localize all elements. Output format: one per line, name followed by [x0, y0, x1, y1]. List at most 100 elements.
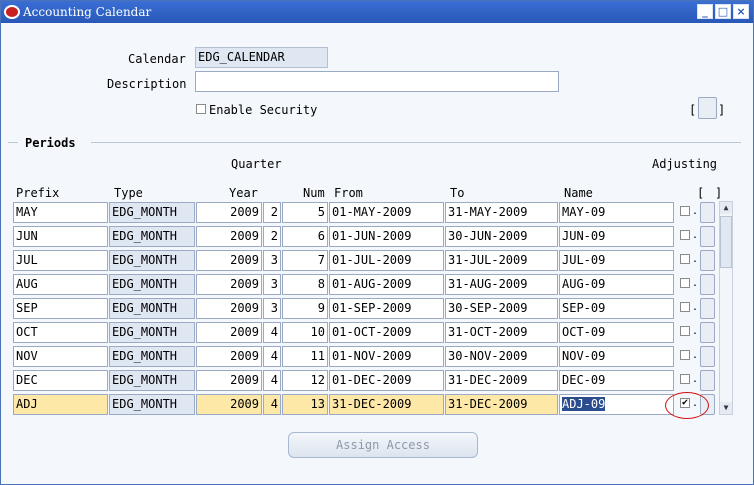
to-cell[interactable]: 31-DEC-2009: [445, 370, 558, 391]
from-cell[interactable]: 01-MAY-2009: [329, 202, 444, 223]
quarter-cell[interactable]: 4: [263, 346, 281, 367]
prefix-cell[interactable]: SEP: [13, 298, 108, 319]
name-cell[interactable]: SEP-09: [559, 298, 674, 319]
type-cell[interactable]: EDG_MONTH: [109, 394, 195, 415]
name-cell[interactable]: JUL-09: [559, 250, 674, 271]
row-flexfield-button[interactable]: [700, 226, 715, 247]
name-cell[interactable]: ADJ-09: [559, 394, 674, 415]
adjusting-checkbox[interactable]: [680, 326, 690, 336]
num-cell[interactable]: 8: [282, 274, 328, 295]
name-cell[interactable]: NOV-09: [559, 346, 674, 367]
type-cell[interactable]: EDG_MONTH: [109, 322, 195, 343]
from-cell[interactable]: 01-OCT-2009: [329, 322, 444, 343]
from-cell[interactable]: 31-DEC-2009: [329, 394, 444, 415]
prefix-cell[interactable]: AUG: [13, 274, 108, 295]
num-cell[interactable]: 11: [282, 346, 328, 367]
description-field[interactable]: [195, 71, 559, 92]
to-cell[interactable]: 30-JUN-2009: [445, 226, 558, 247]
adjusting-checkbox[interactable]: [680, 278, 690, 288]
assign-access-button[interactable]: Assign Access: [288, 432, 478, 458]
num-cell[interactable]: 10: [282, 322, 328, 343]
name-cell[interactable]: AUG-09: [559, 274, 674, 295]
num-cell[interactable]: 9: [282, 298, 328, 319]
from-cell[interactable]: 01-JUL-2009: [329, 250, 444, 271]
year-cell[interactable]: 2009: [196, 274, 262, 295]
prefix-cell[interactable]: JUL: [13, 250, 108, 271]
row-flexfield-button[interactable]: [700, 298, 715, 319]
quarter-cell[interactable]: 4: [263, 322, 281, 343]
enable-security-checkbox[interactable]: [196, 104, 206, 114]
name-cell[interactable]: OCT-09: [559, 322, 674, 343]
num-cell[interactable]: 13: [282, 394, 328, 415]
to-cell[interactable]: 30-NOV-2009: [445, 346, 558, 367]
to-cell[interactable]: 30-SEP-2009: [445, 298, 558, 319]
from-cell[interactable]: 01-JUN-2009: [329, 226, 444, 247]
to-cell[interactable]: 31-MAY-2009: [445, 202, 558, 223]
from-cell[interactable]: 01-AUG-2009: [329, 274, 444, 295]
adjusting-checkbox[interactable]: [680, 374, 690, 384]
year-cell[interactable]: 2009: [196, 298, 262, 319]
prefix-cell[interactable]: NOV: [13, 346, 108, 367]
row-flexfield-button[interactable]: [700, 250, 715, 271]
year-cell[interactable]: 2009: [196, 226, 262, 247]
quarter-cell[interactable]: 3: [263, 250, 281, 271]
year-cell[interactable]: 2009: [196, 322, 262, 343]
type-cell[interactable]: EDG_MONTH: [109, 370, 195, 391]
year-cell[interactable]: 2009: [196, 370, 262, 391]
row-flexfield-button[interactable]: [700, 322, 715, 343]
quarter-cell[interactable]: 3: [263, 274, 281, 295]
row-flexfield-button[interactable]: [700, 202, 715, 223]
calendar-field[interactable]: EDG_CALENDAR: [195, 47, 328, 68]
adjusting-checkbox[interactable]: [680, 302, 690, 312]
prefix-cell[interactable]: JUN: [13, 226, 108, 247]
prefix-cell[interactable]: ADJ: [13, 394, 108, 415]
type-cell[interactable]: EDG_MONTH: [109, 250, 195, 271]
type-cell[interactable]: EDG_MONTH: [109, 226, 195, 247]
quarter-cell[interactable]: 4: [263, 394, 281, 415]
row-flexfield-button[interactable]: [700, 370, 715, 391]
scroll-thumb[interactable]: [720, 216, 732, 268]
prefix-cell[interactable]: DEC: [13, 370, 108, 391]
to-cell[interactable]: 31-OCT-2009: [445, 322, 558, 343]
flexfield-button[interactable]: [698, 97, 717, 119]
year-cell[interactable]: 2009: [196, 250, 262, 271]
year-cell[interactable]: 2009: [196, 202, 262, 223]
adjusting-checkbox[interactable]: [680, 350, 690, 360]
type-cell[interactable]: EDG_MONTH: [109, 298, 195, 319]
adjusting-checkbox[interactable]: [680, 230, 690, 240]
prefix-cell[interactable]: MAY: [13, 202, 108, 223]
close-icon[interactable]: ×: [733, 4, 749, 19]
adjusting-checkbox[interactable]: [680, 206, 690, 216]
to-cell[interactable]: 31-AUG-2009: [445, 274, 558, 295]
row-flexfield-button[interactable]: [700, 346, 715, 367]
quarter-cell[interactable]: 2: [263, 202, 281, 223]
quarter-cell[interactable]: 3: [263, 298, 281, 319]
num-cell[interactable]: 12: [282, 370, 328, 391]
from-cell[interactable]: 01-SEP-2009: [329, 298, 444, 319]
num-cell[interactable]: 6: [282, 226, 328, 247]
quarter-cell[interactable]: 4: [263, 370, 281, 391]
scroll-up-icon[interactable]: ▲: [720, 202, 732, 214]
name-cell[interactable]: MAY-09: [559, 202, 674, 223]
from-cell[interactable]: 01-DEC-2009: [329, 370, 444, 391]
to-cell[interactable]: 31-DEC-2009: [445, 394, 558, 415]
year-cell[interactable]: 2009: [196, 346, 262, 367]
row-flexfield-button[interactable]: [700, 274, 715, 295]
type-cell[interactable]: EDG_MONTH: [109, 346, 195, 367]
year-cell[interactable]: 2009: [196, 394, 262, 415]
scroll-down-icon[interactable]: ▼: [720, 402, 732, 414]
from-cell[interactable]: 01-NOV-2009: [329, 346, 444, 367]
type-cell[interactable]: EDG_MONTH: [109, 202, 195, 223]
maximize-icon[interactable]: □: [715, 4, 731, 19]
num-cell[interactable]: 5: [282, 202, 328, 223]
title-bar[interactable]: Accounting Calendar _ □ ×: [1, 1, 753, 23]
quarter-cell[interactable]: 2: [263, 226, 281, 247]
to-cell[interactable]: 31-JUL-2009: [445, 250, 558, 271]
periods-scrollbar[interactable]: ▲ ▼: [719, 201, 733, 415]
prefix-cell[interactable]: OCT: [13, 322, 108, 343]
name-cell[interactable]: DEC-09: [559, 370, 674, 391]
name-cell[interactable]: JUN-09: [559, 226, 674, 247]
type-cell[interactable]: EDG_MONTH: [109, 274, 195, 295]
minimize-icon[interactable]: _: [697, 4, 713, 19]
num-cell[interactable]: 7: [282, 250, 328, 271]
